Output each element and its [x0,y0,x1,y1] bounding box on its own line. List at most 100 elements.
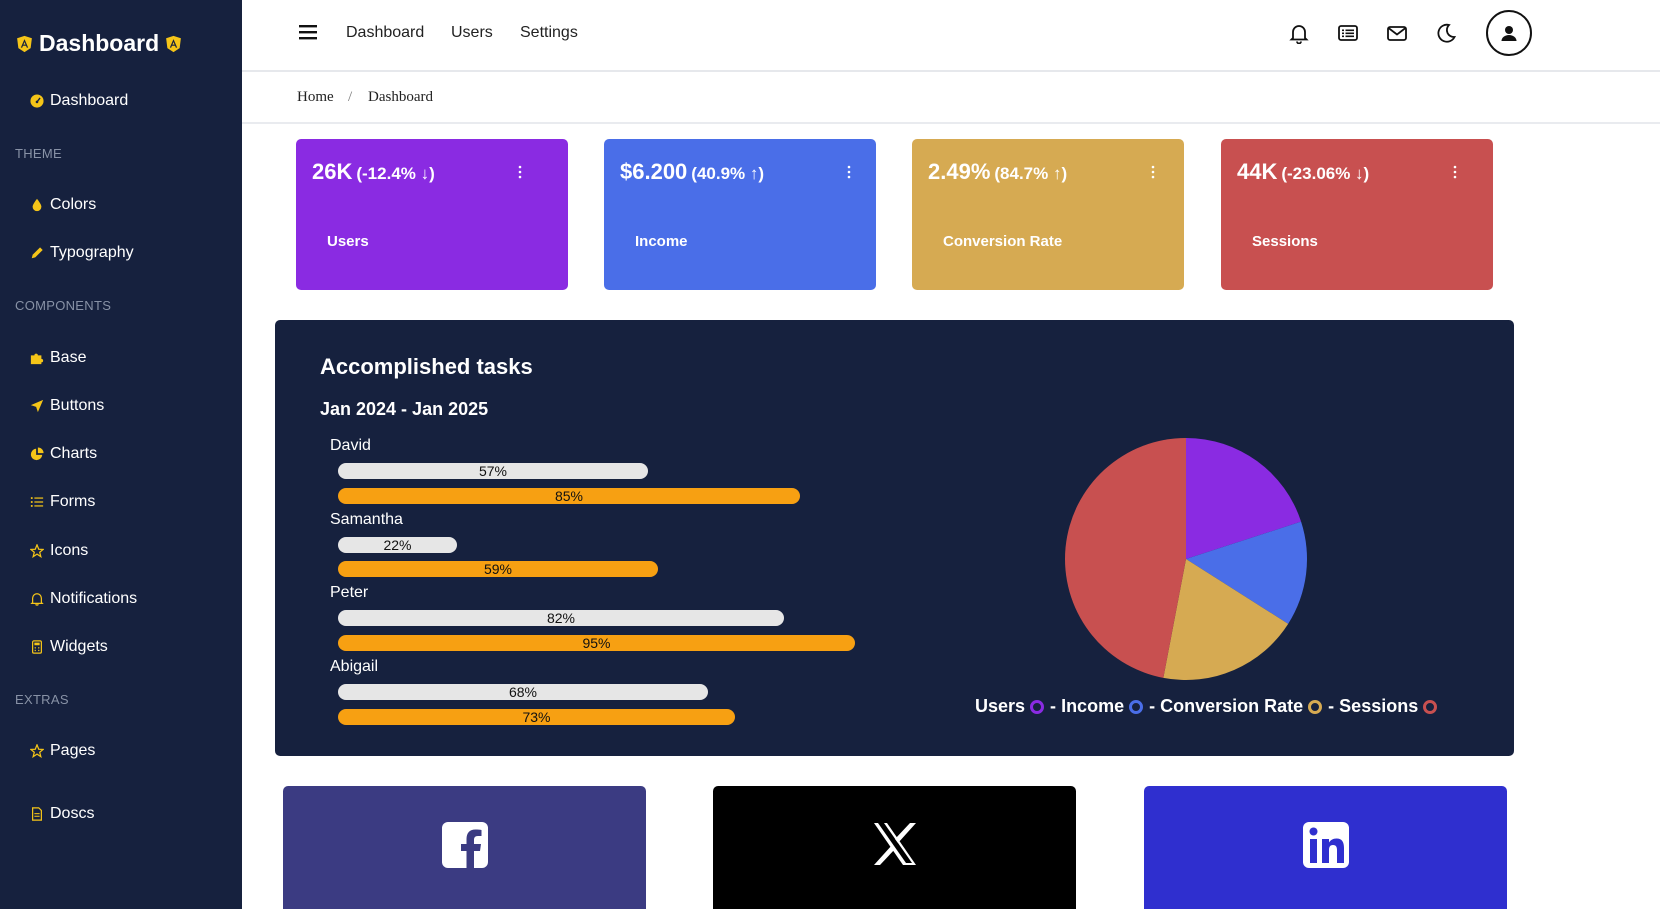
stat-delta: (-12.4% ↓) [356,164,435,183]
stat-value: 2.49% [928,159,991,184]
social-card-linkedin[interactable] [1144,786,1507,909]
sidebar-item-widgets[interactable]: Widgets [30,638,108,656]
sidebar: Dashboard Dashboard THEME Colors Typogra… [0,0,242,909]
stat-delta: (84.7% ↑) [994,164,1068,183]
document-icon [32,807,42,821]
stat-label: Sessions [1252,233,1318,250]
stat-delta: (-23.06% ↓) [1281,164,1370,183]
sidebar-item-notifications[interactable]: Notifications [30,590,137,608]
progress-bar-first: 82% [338,610,784,626]
social-card-x[interactable] [713,786,1076,909]
progress-bar-first: 68% [338,684,708,700]
progress-bar-first: 57% [338,463,648,479]
legend-separator: - [1050,696,1057,716]
kebab-menu-icon[interactable] [1453,165,1457,179]
stat-value-wrap: 2.49% (84.7% ↑) [928,159,1067,185]
angular-logo-icon [17,35,32,52]
sidebar-item-dashboard[interactable]: Dashboard [30,92,128,110]
stat-card-sessions: 44K (-23.06% ↓) Sessions [1221,139,1493,290]
pie-chart-icon [30,447,44,461]
top-link-dashboard[interactable]: Dashboard [346,24,424,42]
sidebar-item-icons[interactable]: Icons [30,542,88,560]
sidebar-item-label: Base [50,349,87,366]
legend-label-users: Users [975,696,1026,716]
pie-legend: Users - Income - Conversion Rate - Sessi… [975,696,1443,717]
kebab-menu-icon[interactable] [518,165,522,179]
sidebar-brand[interactable]: Dashboard [16,30,182,57]
hamburger-menu-icon[interactable] [298,22,318,42]
legend-marker-sessions [1423,699,1438,714]
moon-icon[interactable] [1435,22,1457,44]
stat-card-conversion-rate: 2.49% (84.7% ↑) Conversion Rate [912,139,1184,290]
pie-chart [1065,438,1307,680]
progress-bar-first: 22% [338,537,457,553]
sidebar-item-colors[interactable]: Colors [30,196,96,214]
stat-value-wrap: 26K (-12.4% ↓) [312,159,435,185]
pie-slice-sessions[interactable] [1065,438,1186,678]
mail-icon[interactable] [1386,22,1408,44]
progress-bar-second: 85% [338,488,800,504]
sidebar-item-label: Forms [50,493,96,510]
legend-label-conversion-rate: Conversion Rate [1160,696,1304,716]
sidebar-item-pages[interactable]: Pages [30,742,95,760]
sidebar-item-label: Typography [50,244,134,261]
progress-bar-second: 73% [338,709,735,725]
breadcrumb-current: Dashboard [368,89,433,105]
facebook-icon [441,822,488,869]
person-name: David [330,437,371,454]
top-link-settings[interactable]: Settings [520,24,578,42]
sidebar-item-forms[interactable]: Forms [30,493,95,511]
sidebar-item-label: Dashboard [50,92,129,109]
stat-delta: (40.9% ↑) [691,164,765,183]
legend-separator: - [1149,696,1156,716]
sidebar-item-base[interactable]: Base [30,349,86,367]
sidebar-item-label: Pages [50,742,96,759]
user-avatar[interactable] [1486,10,1532,56]
social-card-facebook[interactable] [283,786,646,909]
sidebar-item-charts[interactable]: Charts [30,445,97,463]
stat-label: Users [327,233,369,250]
breadcrumb-separator: / [348,89,353,105]
sidebar-item-label: Widgets [50,638,108,655]
person-name: Abigail [330,658,379,675]
person-name: Peter [330,584,369,601]
top-link-users[interactable]: Users [451,24,493,42]
breadcrumb: Home / Dashboard [242,72,1660,124]
sidebar-item-label: Doscs [50,805,95,822]
person-name: Samantha [330,511,403,528]
progress-bar-second: 95% [338,635,855,651]
accomplished-tasks-card: Accomplished tasks Jan 2024 - Jan 2025 D… [275,320,1514,756]
bell-icon[interactable] [1288,22,1310,44]
puzzle-icon [30,353,44,365]
sidebar-item-label: Notifications [50,590,138,607]
calculator-icon [32,640,42,654]
legend-label-income: Income [1061,696,1125,716]
app-layout: Dashboard Dashboard THEME Colors Typogra… [0,0,1660,909]
section-title-extras: EXTRAS [15,692,69,707]
stat-label: Conversion Rate [943,233,1063,250]
x-icon [873,823,916,865]
sidebar-item-label: Icons [50,542,89,559]
card-title: Accomplished tasks [320,354,533,379]
droplet-icon [32,198,42,212]
legend-marker-users [1030,699,1045,714]
sidebar-item-typography[interactable]: Typography [30,244,134,262]
list-icon[interactable] [1337,22,1359,44]
section-title-theme: THEME [15,146,62,161]
stat-value-wrap: 44K (-23.06% ↓) [1237,159,1369,185]
legend-marker-income [1129,699,1144,714]
list-ul-icon [30,497,44,507]
bell-icon [30,593,44,606]
kebab-menu-icon[interactable] [847,165,851,179]
sidebar-item-label: Buttons [50,397,105,414]
card-period: Jan 2024 - Jan 2025 [320,399,489,419]
kebab-menu-icon[interactable] [1151,165,1155,179]
sidebar-item-buttons[interactable]: Buttons [30,397,104,415]
sidebar-item-docs[interactable]: Doscs [30,805,94,823]
sidebar-item-label: Charts [50,445,98,462]
stat-card-income: $6.200 (40.9% ↑) Income [604,139,876,290]
pencil-icon [31,247,43,259]
top-header: Dashboard Users Settings [242,0,1660,72]
breadcrumb-home[interactable]: Home [297,89,334,106]
linkedin-icon [1302,822,1349,868]
